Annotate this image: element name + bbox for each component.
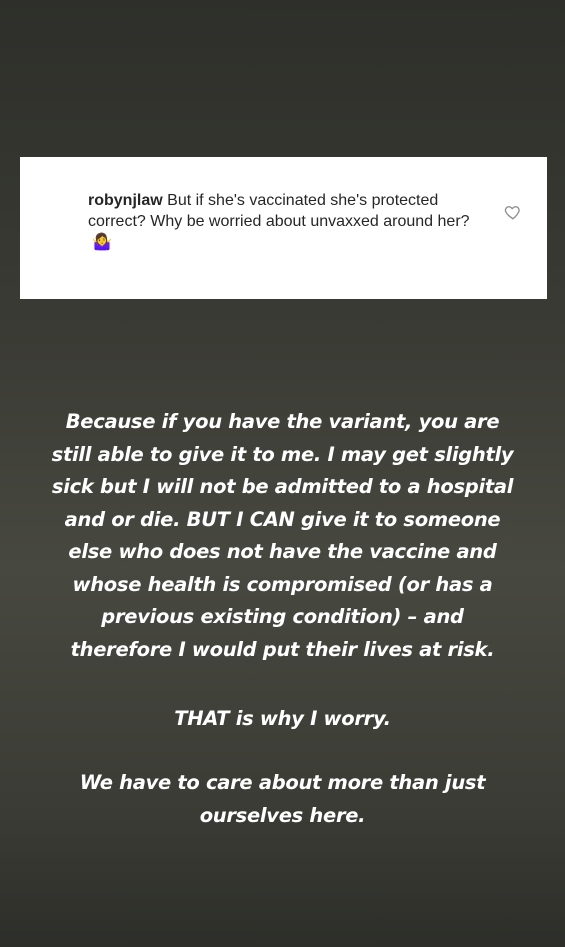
story-line: previous existing condition) – and: [101, 605, 464, 628]
story-line: and or die. BUT I CAN give it to someone: [64, 507, 501, 531]
story-line: whose health is compromised (or has a: [72, 572, 493, 596]
shrug-emoji-icon: 🤷‍♀️: [92, 234, 112, 251]
story-line: sick but I will not be admitted to a hos…: [51, 475, 514, 498]
story-line: else who does not have the vaccine and: [68, 540, 497, 563]
story-paragraph-3: We have to care about more than just our…: [0, 767, 565, 832]
comment-text: robynjlaw But if she's vaccinated she's …: [88, 190, 488, 253]
story-line: therefore I would put their lives at ris…: [70, 637, 495, 661]
story-line: We have to care about more than just: [79, 771, 486, 794]
comment-card: robynjlaw But if she's vaccinated she's …: [20, 157, 547, 299]
story-paragraph-1: Because if you have the variant, you are…: [0, 406, 565, 666]
story-line: Because if you have the variant, you are: [65, 410, 500, 433]
story-line: still able to give it to me. I may get s…: [51, 442, 514, 466]
story-line: ourselves here.: [199, 803, 366, 827]
comment-username[interactable]: robynjlaw: [88, 192, 163, 209]
story-line: THAT is why I worry.: [174, 707, 391, 730]
story-paragraph-2: THAT is why I worry.: [0, 703, 565, 736]
heart-outline-icon[interactable]: [504, 203, 522, 221]
